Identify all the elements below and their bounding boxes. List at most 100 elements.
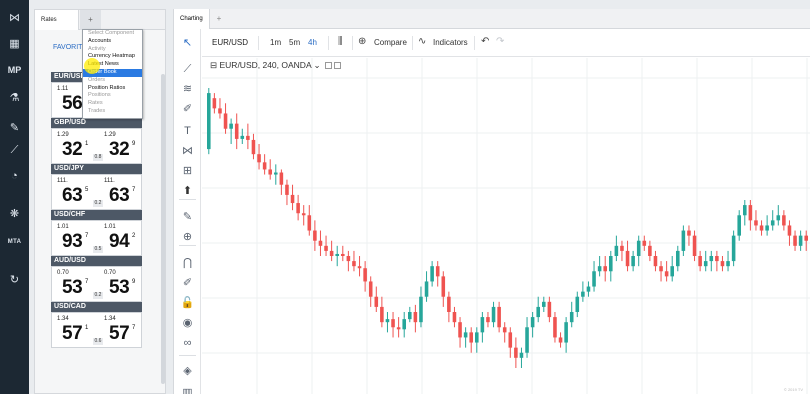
menu-item[interactable]: Accounts xyxy=(83,38,142,46)
brush-icon[interactable]: ✐ xyxy=(174,101,201,117)
tab-favorites[interactable]: FAVORIT xyxy=(53,44,82,51)
candle xyxy=(709,250,714,272)
candle-body xyxy=(631,256,635,267)
watermark: © 2019 TV xyxy=(783,387,803,392)
tab-charting[interactable]: Charting xyxy=(174,9,210,29)
trash-icon[interactable]: ▥ xyxy=(174,385,201,394)
rate-tile[interactable]: GBP/USD 1.29 32 1 1.29 32 9 0.8 xyxy=(51,118,142,164)
tab-rates[interactable]: Rates xyxy=(35,10,79,30)
add-chart-tab-button[interactable]: + xyxy=(212,9,226,29)
layers-icon[interactable]: ◈ xyxy=(174,363,201,379)
ask-price[interactable]: 63 xyxy=(109,185,130,207)
candle-body xyxy=(380,306,384,323)
signal-icon[interactable]: ⟋ xyxy=(0,140,29,160)
candle-body xyxy=(709,256,714,262)
undo-icon[interactable]: ↶ xyxy=(481,36,489,47)
dashboard-icon[interactable]: ▦ xyxy=(0,34,29,54)
link-icon[interactable]: ∞ xyxy=(174,335,201,351)
flask-icon[interactable]: ⚗ xyxy=(0,88,29,108)
arrow-up-icon[interactable]: ⬆ xyxy=(174,183,201,199)
pattern-icon[interactable]: ⋈ xyxy=(174,143,201,159)
eye-icon[interactable]: ◉ xyxy=(174,315,201,331)
gauge-icon[interactable]: ◔ xyxy=(0,166,29,186)
mp-icon[interactable]: MP xyxy=(0,60,29,80)
cursor-icon[interactable]: ↖ xyxy=(174,35,201,51)
ruler-icon[interactable]: ✎ xyxy=(174,209,201,225)
candle-body xyxy=(581,291,585,297)
candle-body xyxy=(385,319,390,323)
text-icon[interactable]: T xyxy=(174,123,201,139)
candle xyxy=(670,256,674,282)
zoom-icon[interactable]: ⊕ xyxy=(174,229,201,245)
candle-body xyxy=(703,261,708,267)
candle xyxy=(720,256,725,272)
candle-body xyxy=(402,319,406,330)
settings-square-icon[interactable] xyxy=(325,62,333,70)
candle xyxy=(251,133,256,160)
candle-body xyxy=(424,281,429,297)
indicators-icon[interactable]: ∿ xyxy=(418,36,426,47)
mta-icon[interactable]: MTA xyxy=(0,232,29,252)
lock-draw-icon[interactable]: ✐ xyxy=(174,275,201,291)
bid-price[interactable]: 56 xyxy=(62,93,83,115)
bid-price[interactable]: 53 xyxy=(62,277,83,299)
candle xyxy=(318,230,323,256)
candle xyxy=(234,113,239,150)
candle-body xyxy=(743,205,747,216)
candle xyxy=(798,230,803,251)
candle-body xyxy=(564,322,568,343)
redo-icon[interactable]: ↷ xyxy=(496,36,504,47)
candle-body xyxy=(447,296,451,312)
candle-body xyxy=(346,256,351,262)
bid-price[interactable]: 57 xyxy=(62,323,83,345)
ask-price[interactable]: 94 xyxy=(109,231,130,253)
interval-1m[interactable]: 1m xyxy=(270,38,281,47)
chart-plot-area[interactable]: ⊟ EUR/USD, 240, OANDA ⌄ © 2019 TV xyxy=(202,58,810,394)
ask-price[interactable]: 57 xyxy=(109,323,130,345)
candles-icon[interactable]: ⫼ xyxy=(338,36,343,47)
menu-item[interactable]: Position Ratios xyxy=(83,85,142,93)
rate-tile[interactable]: USD/JPY 111. 63 5 111. 63 7 0.2 xyxy=(51,164,142,210)
candle-body xyxy=(341,253,345,256)
symbol-selector[interactable]: EUR/USD xyxy=(212,38,248,47)
candle-body xyxy=(525,327,529,353)
compare-button[interactable]: Compare xyxy=(374,38,407,47)
rates-scrollbar[interactable] xyxy=(161,74,165,384)
collapse-icon[interactable]: ⊟ xyxy=(210,60,217,70)
candle xyxy=(737,210,741,241)
candle xyxy=(754,210,758,231)
logo-icon[interactable]: ⋈ xyxy=(0,8,29,28)
candle-body xyxy=(475,332,479,343)
settings-icon[interactable]: ❋ xyxy=(0,204,29,224)
rate-tile[interactable]: USD/CHF 1.01 93 7 1.01 94 2 0.5 xyxy=(51,210,142,256)
ask-prefix: 1.29 xyxy=(104,132,116,138)
magnet-icon[interactable]: ⋂ xyxy=(174,255,201,271)
pencil-icon[interactable]: ✎ xyxy=(0,118,29,138)
bid-price[interactable]: 32 xyxy=(62,139,83,161)
compare-icon[interactable]: ⊕ xyxy=(358,36,366,47)
interval-5m[interactable]: 5m xyxy=(289,38,300,47)
trendline-icon[interactable]: ⟋ xyxy=(174,61,201,77)
candle xyxy=(542,296,546,312)
interval-4h[interactable]: 4h xyxy=(308,38,317,47)
fib-icon[interactable]: ≋ xyxy=(174,81,201,97)
candle-body xyxy=(296,203,300,214)
lock-icon[interactable]: 🔓 xyxy=(174,295,201,311)
indicators-button[interactable]: Indicators xyxy=(433,38,468,47)
rate-tile[interactable]: USD/CAD 1.34 57 1 1.34 57 7 0.6 xyxy=(51,302,142,348)
ask-price[interactable]: 53 xyxy=(109,277,130,299)
candle-body xyxy=(670,266,674,277)
candle xyxy=(357,256,362,277)
ask-pipette: 2 xyxy=(132,233,136,239)
ask-price[interactable]: 32 xyxy=(109,139,130,161)
candle xyxy=(262,154,267,175)
refresh-icon[interactable]: ↻ xyxy=(0,270,29,290)
candle-body xyxy=(324,245,328,251)
close-square-icon[interactable] xyxy=(334,62,342,70)
bid-price[interactable]: 63 xyxy=(62,185,83,207)
legend-dropdown-icon[interactable]: ⌄ xyxy=(314,60,321,70)
add-tab-button[interactable]: + xyxy=(80,10,101,30)
measure-tools-icon[interactable]: ⊞ xyxy=(174,163,201,179)
rate-tile[interactable]: AUD/USD 0.70 53 7 0.70 53 9 0.2 xyxy=(51,256,142,302)
bid-price[interactable]: 93 xyxy=(62,231,83,253)
